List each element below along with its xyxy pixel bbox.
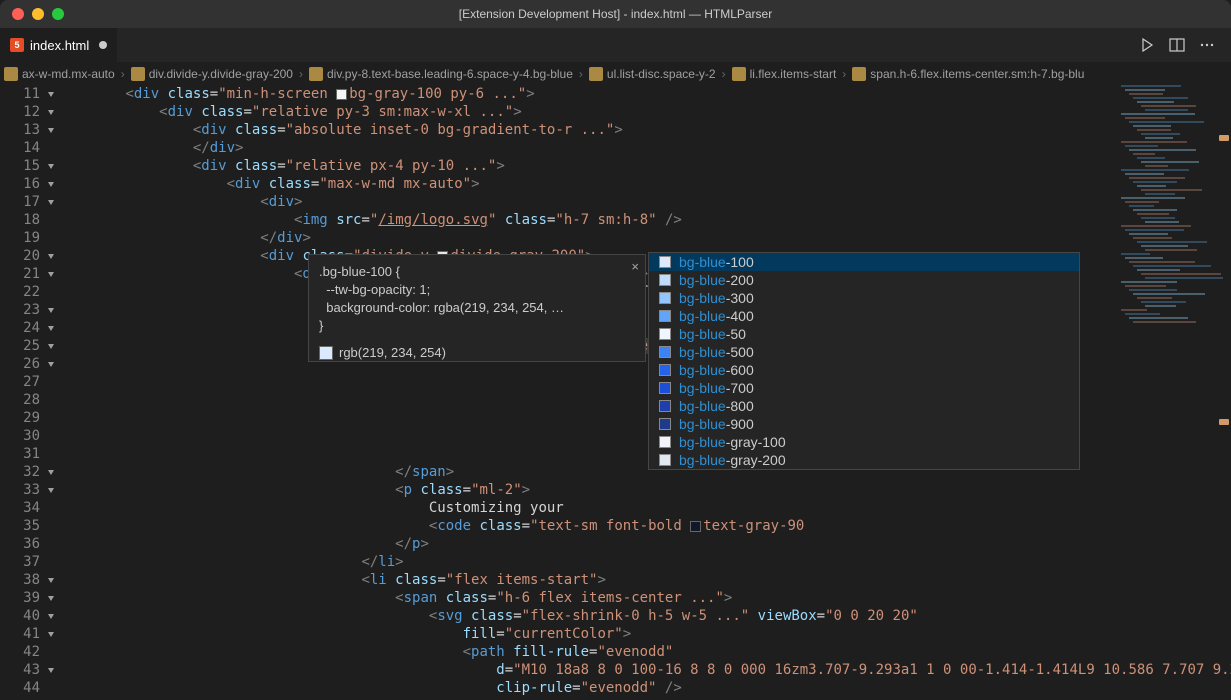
title-bar: [Extension Development Host] - index.htm… [0,0,1231,28]
more-actions-icon[interactable] [1199,37,1215,53]
editor-tabs: 5 index.html [0,28,1231,63]
color-swatch-icon [659,382,671,394]
color-swatch-icon [659,292,671,304]
run-icon[interactable] [1139,37,1155,53]
breadcrumb-item[interactable]: span.h-6.flex.items-center.sm:h-7.bg-blu [852,67,1084,81]
suggestion-label: bg-blue-50 [679,326,746,342]
color-swatch-icon [659,310,671,322]
color-swatch-icon [659,436,671,448]
breadcrumb-item[interactable]: div.py-8.text-base.leading-6.space-y-4.b… [309,67,573,81]
tab-index-html[interactable]: 5 index.html [0,28,118,62]
element-icon [131,67,145,81]
suggestion-label: bg-blue-100 [679,254,754,270]
close-icon[interactable]: × [631,259,639,274]
suggestion-item[interactable]: bg-blue-600 [649,361,1079,379]
breadcrumb-item[interactable]: ax-w-md.mx-auto [4,67,115,81]
suggestion-item[interactable]: bg-blue-400 [649,307,1079,325]
color-swatch-icon [659,328,671,340]
details-css: .bg-blue-100 { --tw-bg-opacity: 1; backg… [319,263,635,335]
details-color-text: rgb(219, 234, 254) [339,345,446,360]
suggestion-item[interactable]: bg-blue-200 [649,271,1079,289]
suggestion-item[interactable]: bg-blue-700 [649,379,1079,397]
color-swatch-icon [659,454,671,466]
close-window-button[interactable] [12,8,24,20]
suggest-details-widget: × .bg-blue-100 { --tw-bg-opacity: 1; bac… [308,254,646,362]
color-swatch-icon [659,364,671,376]
suggestion-item[interactable]: bg-blue-300 [649,289,1079,307]
suggestion-label: bg-blue-600 [679,362,754,378]
line-number-gutter: 1112131415161718192021222324252627282930… [0,85,58,700]
suggestion-label: bg-blue-900 [679,416,754,432]
editor-actions [1139,28,1231,62]
color-swatch-icon [659,274,671,286]
color-swatch-icon [319,346,333,360]
suggestion-item[interactable]: bg-blue-100 [649,253,1079,271]
suggestion-item[interactable]: bg-blue-500 [649,343,1079,361]
breadcrumbs[interactable]: ax-w-md.mx-auto›div.divide-y.divide-gray… [0,63,1231,85]
suggestion-item[interactable]: bg-blue-900 [649,415,1079,433]
suggestion-label: bg-blue-gray-200 [679,452,786,468]
autocomplete-suggest-widget[interactable]: bg-blue-100 bg-blue-200 bg-blue-300 bg-blue… [648,252,1080,470]
window-title: [Extension Development Host] - index.htm… [0,7,1231,21]
details-color-row: rgb(219, 234, 254) [319,345,635,360]
suggestion-label: bg-blue-500 [679,344,754,360]
suggestion-item[interactable]: bg-blue-50 [649,325,1079,343]
suggestion-item[interactable]: bg-blue-gray-100 [649,433,1079,451]
element-icon [852,67,866,81]
element-icon [309,67,323,81]
breadcrumb-item[interactable]: ul.list-disc.space-y-2 [589,67,716,81]
overview-ruler [1217,85,1231,700]
color-swatch-icon [659,256,671,268]
suggestion-label: bg-blue-200 [679,272,754,288]
suggestion-label: bg-blue-gray-100 [679,434,786,450]
color-swatch-icon [659,400,671,412]
element-icon [4,67,18,81]
overview-ruler-mark [1219,419,1229,425]
unsaved-indicator-icon [99,41,107,49]
macos-traffic-lights [12,8,64,20]
suggestion-label: bg-blue-300 [679,290,754,306]
maximize-window-button[interactable] [52,8,64,20]
color-swatch-icon [659,418,671,430]
overview-ruler-mark [1219,135,1229,141]
suggestion-label: bg-blue-700 [679,380,754,396]
suggestion-label: bg-blue-400 [679,308,754,324]
minimize-window-button[interactable] [32,8,44,20]
html-file-icon: 5 [10,38,24,52]
suggestion-item[interactable]: bg-blue-800 [649,397,1079,415]
element-icon [589,67,603,81]
breadcrumb-item[interactable]: li.flex.items-start [732,67,837,81]
element-icon [732,67,746,81]
suggestion-label: bg-blue-800 [679,398,754,414]
split-editor-icon[interactable] [1169,37,1185,53]
breadcrumb-item[interactable]: div.divide-y.divide-gray-200 [131,67,293,81]
tab-label: index.html [30,38,89,53]
suggestion-item[interactable]: bg-blue-gray-200 [649,451,1079,469]
color-swatch-icon [659,346,671,358]
